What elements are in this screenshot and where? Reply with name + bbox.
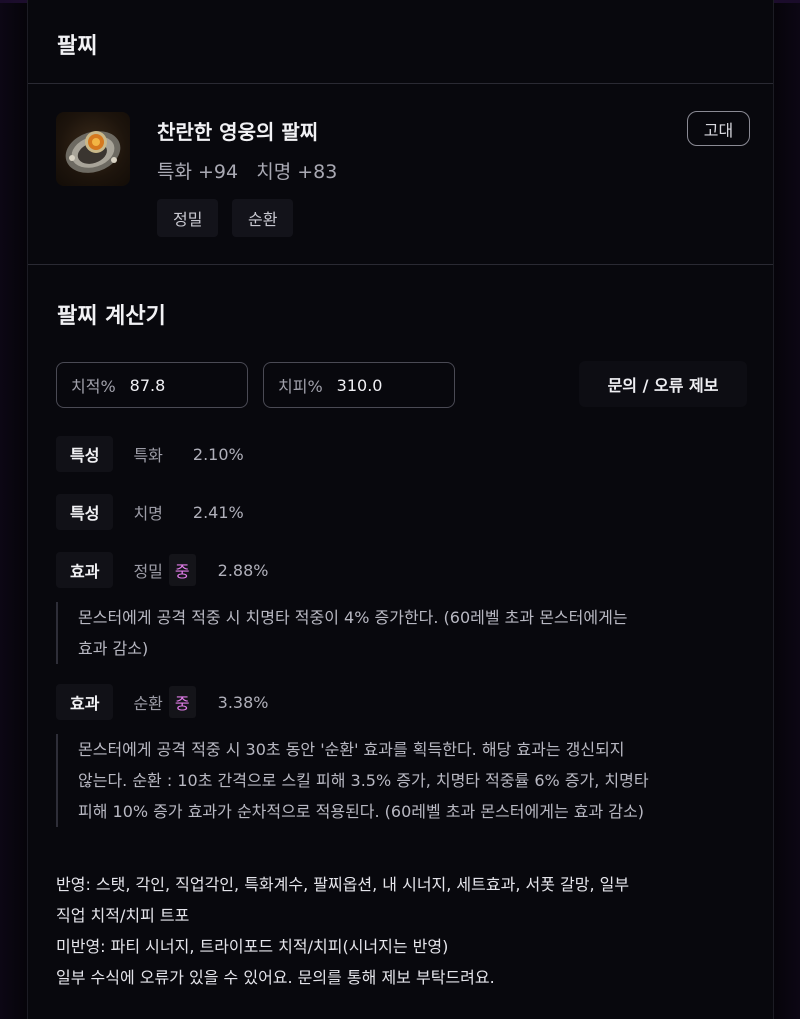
note-line: 일부 수식에 오류가 있을 수 있어요. 문의를 통해 제보 부탁드려요.	[56, 968, 495, 987]
engraving-chip-cycle: 순환	[232, 199, 294, 237]
description-line: 효과 감소)	[78, 639, 149, 658]
description-line: 피해 10% 증가 효과가 순차적으로 적용된다. (60레벨 초과 몬스터에게…	[78, 802, 644, 821]
row-percent: 2.88%	[217, 560, 269, 580]
grade-badge: 고대	[687, 111, 750, 146]
row-name: 순환	[133, 694, 163, 713]
item-name: 찬란한 영웅의 팔찌	[157, 120, 319, 144]
crit-rate-label: 치적%	[71, 377, 116, 396]
crit-damage-value: 310.0	[336, 375, 383, 395]
row-percent: 2.10%	[192, 444, 244, 464]
note-line: 미반영: 파티 시너지, 트라이포드 치적/치피(시너지는 반영)	[56, 937, 449, 956]
crit-damage-input[interactable]: 치피% 310.0	[263, 362, 455, 408]
note-line: 반영: 스탯, 각인, 직업각인, 특화계수, 팔찌옵션, 내 시너지, 세트효…	[56, 875, 630, 894]
row-tag: 특성	[56, 494, 114, 530]
report-button[interactable]: 문의 / 오류 제보	[579, 361, 747, 407]
effect-level-badge: 중	[168, 686, 196, 718]
crit-rate-value: 87.8	[129, 375, 166, 395]
bracelet-panel: 팔찌 찬란한 영웅의 팔찌 특화 +94 치명 +83 고대 정밀 순환 팔찌 …	[27, 0, 774, 1019]
stat-row-crit: 특성 치명 2.41%	[56, 493, 244, 531]
bracelet-icon	[56, 112, 130, 186]
description-line: 몬스터에게 공격 적중 시 30초 동안 '순환' 효과를 획득한다. 해당 효…	[78, 740, 625, 759]
row-percent: 2.41%	[192, 502, 244, 522]
effect-description-precision: 몬스터에게 공격 적중 시 치명타 적중이 4% 증가한다. (60레벨 초과 …	[56, 602, 756, 664]
description-line: 몬스터에게 공격 적중 시 치명타 적중이 4% 증가한다. (60레벨 초과 …	[78, 608, 628, 627]
effect-level-badge: 중	[168, 554, 196, 586]
row-name: 특화	[133, 446, 163, 465]
effect-description-cycle: 몬스터에게 공격 적중 시 30초 동안 '순환' 효과를 획득한다. 해당 효…	[56, 734, 756, 827]
section-title-calculator: 팔찌 계산기	[57, 304, 166, 329]
divider	[28, 83, 773, 84]
item-stats: 특화 +94 치명 +83	[157, 161, 338, 183]
engraving-chip-precision: 정밀	[157, 199, 219, 237]
row-name: 정밀	[133, 562, 163, 581]
section-title-bracelet: 팔찌	[57, 34, 98, 59]
crit-rate-input[interactable]: 치적% 87.8	[56, 362, 248, 408]
divider	[28, 264, 773, 265]
note-line: 직업 치적/치피 트포	[56, 906, 190, 925]
row-tag: 효과	[56, 684, 114, 720]
effect-row-precision: 효과 정밀 중 2.88%	[56, 551, 268, 589]
row-tag: 특성	[56, 436, 114, 472]
row-percent: 3.38%	[217, 692, 269, 712]
description-line: 않는다. 순환 : 10초 간격으로 스킬 피해 3.5% 증가, 치명타 적중…	[78, 771, 649, 790]
row-name: 치명	[133, 504, 163, 523]
stat-row-specialization: 특성 특화 2.10%	[56, 435, 244, 473]
calculator-notes: 반영: 스탯, 각인, 직업각인, 특화계수, 팔찌옵션, 내 시너지, 세트효…	[56, 869, 756, 993]
effect-row-cycle: 효과 순환 중 3.38%	[56, 683, 268, 721]
crit-damage-label: 치피%	[278, 377, 323, 396]
row-tag: 효과	[56, 552, 114, 588]
